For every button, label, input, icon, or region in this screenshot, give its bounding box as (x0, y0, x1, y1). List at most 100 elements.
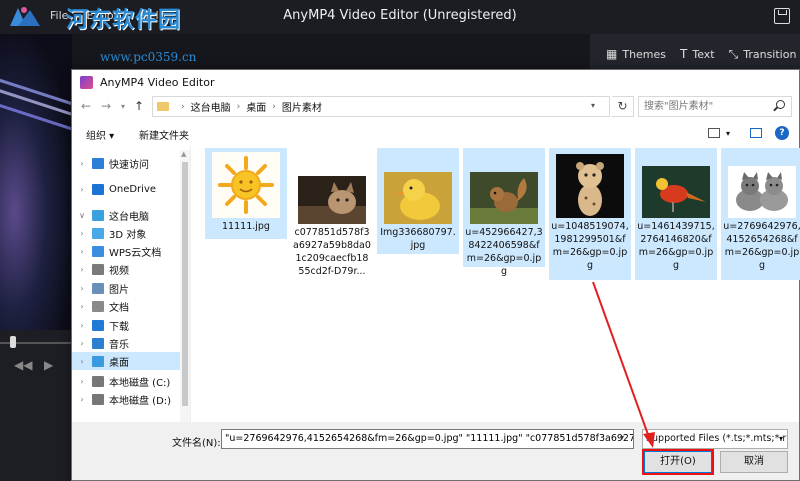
view-dropdown-icon[interactable]: ▾ (726, 129, 730, 138)
transition-icon: ⤡ (728, 46, 739, 61)
nav-item[interactable]: › 本地磁盘 (D:) (72, 390, 180, 408)
nav-item[interactable]: › WPS云文档 (72, 242, 180, 260)
file-item[interactable]: c077851d578f3a6927a59b8da01c209caecfb185… (291, 148, 373, 280)
cancel-button[interactable]: 取消 (720, 451, 788, 473)
file-name: u=1048519074,1981299501&fm=26&gp=0.jpg (551, 221, 629, 271)
search-input[interactable]: 搜索"图片素材" (638, 96, 792, 117)
file-name: 11111.jpg (222, 221, 270, 232)
nav-item[interactable]: › OneDrive (72, 180, 180, 198)
help-icon[interactable]: ? (775, 126, 789, 140)
nav-item[interactable]: ∨ 这台电脑 (72, 206, 180, 224)
star-icon (92, 157, 104, 169)
themes-icon: ▦ (606, 47, 618, 61)
file-thumbnail (556, 154, 624, 218)
file-item[interactable]: Img336680797.jpg (377, 148, 459, 254)
expand-chevron-icon[interactable]: › (77, 265, 87, 274)
app-logo-icon (80, 75, 93, 89)
nav-item[interactable]: › 桌面 (72, 352, 180, 370)
nav-item[interactable]: › 音乐 (72, 334, 180, 352)
organize-button[interactable]: 组织 ▾ (86, 127, 114, 142)
progress-handle[interactable] (10, 336, 16, 348)
breadcrumb-this-pc[interactable]: 这台电脑 (191, 99, 231, 114)
video-preview (0, 34, 72, 330)
file-name: Img336680797.jpg (380, 227, 456, 251)
dialog-title-bar: AnyMP4 Video Editor (72, 70, 799, 94)
up-arrow-icon[interactable]: ↑ (134, 99, 144, 113)
file-name: u=452966427,38422406598&fm=26&gp=0.jpg (465, 227, 543, 277)
nav-item-label: OneDrive (109, 183, 157, 195)
refresh-icon[interactable]: ↻ (612, 96, 634, 117)
drive-icon (92, 393, 104, 405)
file-item[interactable]: u=1048519074,1981299501&fm=26&gp=0.jpg (549, 148, 631, 280)
cloud-doc-icon (92, 245, 104, 257)
expand-chevron-icon[interactable]: › (77, 247, 87, 256)
expand-chevron-icon[interactable]: › (77, 321, 87, 330)
filename-dropdown-icon[interactable]: ▾ (620, 433, 624, 442)
expand-chevron-icon[interactable]: › (77, 185, 87, 194)
filename-label: 文件名(N): (172, 438, 221, 449)
themes-button[interactable]: ▦ Themes (606, 47, 666, 61)
nav-item[interactable]: › 视频 (72, 260, 180, 278)
file-name: c077851d578f3a6927a59b8da01c209caecfb185… (293, 227, 371, 277)
expand-chevron-icon[interactable]: › (77, 395, 87, 404)
transition-label: Transition (743, 47, 797, 61)
back-arrow-icon[interactable]: ← (81, 99, 91, 113)
address-row: ← → ▾ ↑ › 这台电脑 › 桌面 › 图片素材 ▾ ↻ 搜索"图片素材" (72, 94, 799, 120)
text-button[interactable]: T Text (680, 47, 715, 61)
app-title: AnyMP4 Video Editor (Unregistered) (283, 8, 517, 23)
search-placeholder: 搜索"图片素材" (644, 101, 714, 112)
filetype-select[interactable]: Supported Files (*.ts;*.mts;*.r ▾ (642, 429, 788, 449)
file-grid: 11111.jpg c077851d578f3a6927a59b8da01c20… (202, 148, 800, 420)
transition-button[interactable]: ⤡ Transition (729, 47, 797, 62)
play-icon[interactable]: ▶ (44, 358, 53, 372)
expand-chevron-icon[interactable]: › (77, 377, 87, 386)
expand-chevron-icon[interactable]: › (77, 357, 87, 366)
file-thumbnail (212, 152, 280, 218)
file-item[interactable]: 11111.jpg (205, 148, 287, 239)
file-item[interactable]: u=452966427,38422406598&fm=26&gp=0.jpg (463, 148, 545, 277)
nav-scrollbar-thumb[interactable] (182, 162, 188, 406)
pictures-icon (92, 282, 104, 294)
expand-chevron-icon[interactable]: ∨ (77, 211, 87, 220)
nav-item-label: 这台电脑 (109, 211, 149, 223)
file-thumbnail (728, 166, 796, 218)
search-icon (776, 100, 785, 109)
nav-item[interactable]: › 图片 (72, 279, 180, 297)
filetype-value: Supported Files (*.ts;*.mts;*.r (646, 433, 787, 444)
expand-chevron-icon[interactable]: › (77, 229, 87, 238)
file-item[interactable]: u=1461439715,2764146820&fm=26&gp=0.jpg (635, 148, 717, 280)
expand-chevron-icon[interactable]: › (77, 284, 87, 293)
nav-scrollbar[interactable] (180, 150, 190, 422)
expand-chevron-icon[interactable]: › (77, 159, 87, 168)
recent-dropdown-icon[interactable]: ▾ (121, 102, 125, 111)
view-mode-icon[interactable] (708, 128, 720, 138)
nav-item-label: 桌面 (109, 357, 129, 369)
nav-item[interactable]: › 3D 对象 (72, 224, 180, 242)
download-icon (92, 319, 104, 331)
forward-arrow-icon[interactable]: → (101, 99, 111, 113)
breadcrumb-pictures-folder[interactable]: 图片素材 (282, 99, 322, 114)
preview-pane-icon[interactable] (750, 128, 762, 138)
dialog-footer: 文件名(N): "u=2769642976,4152654268&fm=26&g… (72, 422, 799, 480)
save-icon[interactable] (774, 8, 790, 24)
rewind-icon[interactable]: ◀◀ (14, 358, 32, 372)
command-bar: 组织 ▾ 新建文件夹 ▾ ? (72, 122, 799, 146)
nav-item[interactable]: › 快速访问 (72, 154, 180, 172)
new-folder-button[interactable]: 新建文件夹 (139, 127, 189, 142)
expand-chevron-icon[interactable]: › (77, 339, 87, 348)
expand-chevron-icon[interactable]: › (77, 302, 87, 311)
address-bar[interactable]: › 这台电脑 › 桌面 › 图片素材 ▾ (152, 96, 610, 117)
folder-icon (157, 102, 169, 111)
nav-item[interactable]: › 本地磁盘 (C:) (72, 372, 180, 390)
file-thumbnail (470, 172, 538, 224)
cube-icon (92, 227, 104, 239)
chevron-down-icon: ▾ (778, 434, 783, 443)
breadcrumb-desktop[interactable]: 桌面 (246, 99, 266, 114)
file-thumbnail (298, 176, 366, 224)
file-item[interactable]: u=2769642976,4152654268&fm=26&gp=0.jpg (721, 148, 800, 280)
chevron-down-icon[interactable]: ▾ (591, 101, 595, 110)
nav-item[interactable]: › 下载 (72, 316, 180, 334)
nav-item[interactable]: › 文档 (72, 297, 180, 315)
video-icon (92, 263, 104, 275)
filename-input[interactable]: "u=2769642976,4152654268&fm=26&gp=0.jpg"… (221, 429, 634, 449)
